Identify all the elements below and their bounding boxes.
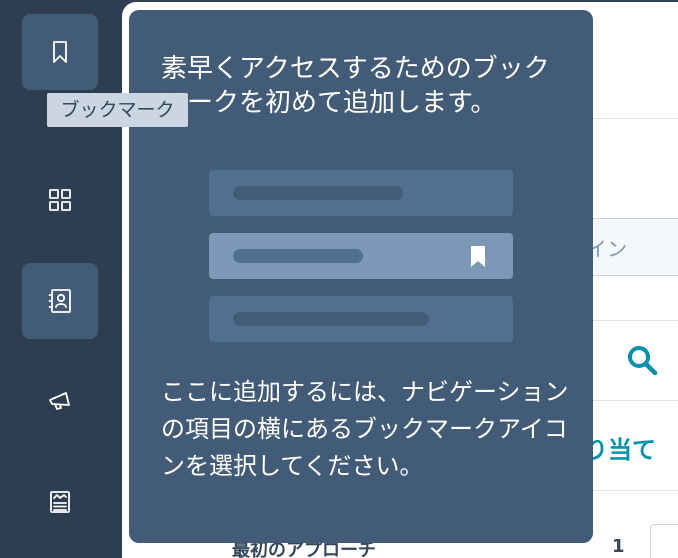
popover-title: 素早くアクセスするためのブックマークを初めて追加します。 [161, 54, 550, 118]
bookmarks-nav-button[interactable] [22, 14, 98, 90]
stage-count: 1 [612, 536, 625, 557]
illustration-row [209, 170, 513, 216]
nav-rail [0, 0, 122, 558]
search-icon [628, 346, 658, 376]
contacts-nav-button[interactable] [22, 263, 98, 339]
contacts-icon [48, 289, 71, 313]
apps-nav-button[interactable] [22, 162, 98, 238]
assign-link[interactable]: り当て [584, 430, 656, 465]
content-nav-button[interactable] [22, 464, 98, 540]
search-button[interactable] [622, 340, 662, 380]
filter-tab-label: イン [587, 237, 627, 261]
grid-icon [49, 189, 71, 211]
popover-body: ここに追加するには、ナビゲーションの項目の横にあるブックマークアイコンを選択して… [161, 378, 569, 480]
bookmark-onboarding-popover: 素早くアクセスするためのブックマークを初めて追加します。 ここに追加するには、ナ… [129, 10, 593, 543]
illustration-row [209, 296, 513, 342]
divider [592, 400, 678, 401]
megaphone-icon [49, 392, 70, 410]
bookmark-tooltip: ブックマーク [47, 93, 188, 127]
pagination-button[interactable] [650, 524, 678, 558]
content-icon [50, 491, 70, 513]
divider [592, 118, 678, 119]
filter-tab[interactable]: イン [587, 218, 678, 276]
divider [592, 320, 678, 321]
marketing-nav-button[interactable] [22, 363, 98, 439]
illustration-row-highlighted [209, 233, 513, 279]
bookmark-icon [53, 41, 67, 63]
bookmark-flag-icon [471, 246, 485, 267]
